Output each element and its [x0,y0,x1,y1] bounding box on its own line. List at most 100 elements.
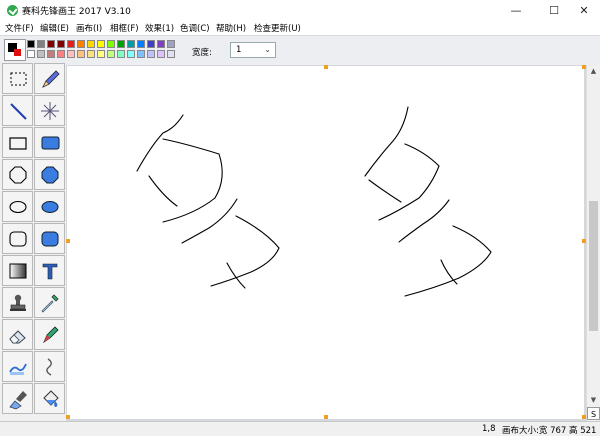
octagon-outline-tool[interactable] [2,159,33,190]
palette-color-swatch[interactable] [37,50,45,58]
menu-help[interactable]: 帮助(H) [216,22,246,34]
octagon-outline-icon [9,166,27,184]
stroke [378,143,440,221]
canvas-workspace [66,65,586,421]
gradient-tool[interactable] [2,255,33,286]
palette-color-swatch[interactable] [57,50,65,58]
vertical-scrollbar[interactable]: ▲ ▼ S [586,65,600,421]
menu-tone[interactable]: 色调(C) [180,22,210,34]
palette-color-swatch[interactable] [157,50,165,58]
roundrect-filled-tool[interactable] [34,223,65,254]
stroke [210,215,280,287]
ellipse-outline-tool[interactable] [2,191,33,222]
scrollbar-thumb[interactable] [589,201,598,331]
width-label: 宽度: [192,48,212,58]
menu-edit[interactable]: 编辑(E) [40,22,69,34]
palette-color-swatch[interactable] [107,40,115,48]
stamp-icon [10,294,26,311]
curve-icon [46,358,52,376]
eyedropper-tool[interactable] [34,287,65,318]
stroke [136,114,184,172]
resize-handle[interactable] [324,65,328,69]
palette-color-swatch[interactable] [57,40,65,48]
background-color-swatch[interactable] [14,49,21,56]
stroke [404,225,492,297]
resize-handle[interactable] [324,415,328,419]
stamp-tool[interactable] [2,287,33,318]
spray-tool[interactable] [34,95,65,126]
spark-icon [41,102,59,120]
palette-color-swatch[interactable] [157,40,165,48]
palette-color-swatch[interactable] [67,50,75,58]
palette-color-swatch[interactable] [27,50,35,58]
rect-outline-tool[interactable] [2,127,33,158]
text-tool[interactable] [34,255,65,286]
gradient-icon [9,263,27,279]
palette-color-swatch[interactable] [27,40,35,48]
palette-color-swatch[interactable] [67,40,75,48]
palette-color-swatch[interactable] [137,40,145,48]
octagon-filled-tool[interactable] [34,159,65,190]
app-logo-icon [7,5,18,16]
window-title: 赛科先锋画王 2017 V3.10 [22,7,131,17]
select-rect-tool[interactable] [2,63,33,94]
marker-icon [43,326,59,344]
eraser-tool[interactable] [2,319,33,350]
palette-color-swatch[interactable] [117,40,125,48]
fill-bucket-tool[interactable] [34,383,65,414]
color-preview[interactable] [4,39,26,61]
palette-color-swatch[interactable] [77,50,85,58]
width-dropdown[interactable]: 1 ⌄ [230,42,276,58]
drawing-canvas[interactable] [67,66,584,419]
palette-color-swatch[interactable] [77,40,85,48]
menu-file[interactable]: 文件(F) [5,22,34,34]
pencil-tool[interactable] [34,63,65,94]
ellipse-filled-tool[interactable] [34,191,65,222]
palette-color-swatch[interactable] [167,50,175,58]
roundrect-filled-icon [41,231,59,247]
palette-color-swatch[interactable] [97,50,105,58]
chevron-down-icon: ⌄ [264,45,271,54]
palette-color-swatch[interactable] [127,50,135,58]
palette-color-swatch[interactable] [47,50,55,58]
palette-color-swatch[interactable] [37,40,45,48]
canvas-size-text: 画布大小:宽 767 高 521 [502,426,597,436]
palette-color-swatch[interactable] [87,50,95,58]
line-tool[interactable] [2,95,33,126]
palette-color-swatch[interactable] [137,50,145,58]
rect-filled-tool[interactable] [34,127,65,158]
palette-color-swatch[interactable] [47,40,55,48]
smudge-tool[interactable] [2,351,33,382]
toolbar: 宽度: 1 ⌄ [0,35,600,66]
resize-handle[interactable] [66,415,70,419]
pencil-icon [42,70,60,88]
marker-tool[interactable] [34,319,65,350]
smudge-icon [9,363,27,375]
menu-effects[interactable]: 效果(1) [145,22,174,34]
menu-check-update[interactable]: 检查更新(U) [254,22,301,34]
ellipse-outline-icon [9,200,27,214]
palette-color-swatch[interactable] [147,40,155,48]
palette-color-swatch[interactable] [127,40,135,48]
size-box[interactable]: S [587,407,600,420]
scroll-up-icon[interactable]: ▲ [587,65,600,78]
scroll-down-icon[interactable]: ▼ [587,394,600,407]
palette-color-swatch[interactable] [167,40,175,48]
dashed-rect-icon [10,72,27,86]
menu-frame[interactable]: 相框(F) [110,22,139,34]
palette-color-swatch[interactable] [147,50,155,58]
minimize-button[interactable]: — [497,0,535,21]
close-button[interactable]: ✕ [565,0,600,21]
palette-color-swatch[interactable] [117,50,125,58]
roundrect-outline-tool[interactable] [2,223,33,254]
palette-color-swatch[interactable] [87,40,95,48]
curve-tool[interactable] [34,351,65,382]
menu-canvas[interactable]: 画布(I) [76,22,102,34]
stroke [368,179,402,203]
ellipse-filled-icon [41,201,59,213]
palette-color-swatch[interactable] [107,50,115,58]
line-icon [10,103,27,120]
palette-color-swatch[interactable] [97,40,105,48]
resize-handle[interactable] [66,239,70,243]
airbrush-tool[interactable] [2,383,33,414]
